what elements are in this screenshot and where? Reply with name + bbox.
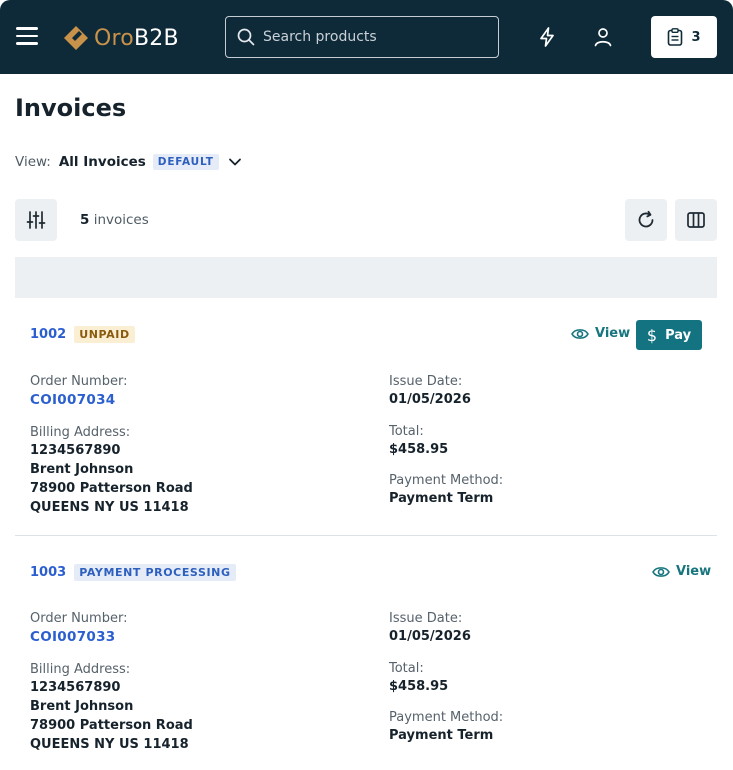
order-number-link[interactable]: COI007034 xyxy=(30,392,115,408)
status-badge: PAYMENT PROCESSING xyxy=(74,564,236,581)
search-input[interactable] xyxy=(263,29,483,45)
logo-text: OroB2B xyxy=(94,25,179,51)
billing-address-line: QUEENS NY US 11418 xyxy=(30,737,189,752)
billing-address-line: 1234567890 xyxy=(30,443,121,458)
total-label: Total: xyxy=(389,661,424,676)
payment-method-value: Payment Term xyxy=(389,728,494,743)
grid-header-bar xyxy=(15,257,717,298)
view-selector[interactable]: View: All Invoices DEFAULT xyxy=(15,154,242,170)
issue-date-value: 01/05/2026 xyxy=(389,392,471,407)
billing-address-line: QUEENS NY US 11418 xyxy=(30,500,189,515)
view-invoice-link[interactable]: View xyxy=(652,564,711,579)
search-icon xyxy=(237,28,255,46)
clipboard-icon xyxy=(668,28,683,46)
refresh-icon xyxy=(638,210,654,228)
billing-address-line: 78900 Patterson Road xyxy=(30,718,193,733)
shopping-list-button[interactable]: 3 xyxy=(651,16,717,58)
shopping-list-count: 3 xyxy=(691,29,701,45)
filter-sliders-icon xyxy=(26,211,46,229)
user-account-icon[interactable] xyxy=(592,26,614,48)
billing-address-label: Billing Address: xyxy=(30,425,131,440)
payment-method-value: Payment Term xyxy=(389,491,494,506)
refresh-button[interactable] xyxy=(625,199,667,241)
issue-date-label: Issue Date: xyxy=(389,611,463,626)
billing-address-line: 1234567890 xyxy=(30,680,121,695)
total-label: Total: xyxy=(389,424,424,439)
invoice-count: 5 invoices xyxy=(80,212,149,228)
invoice-heading: 1002 UNPAID xyxy=(30,326,135,343)
billing-address-line: Brent Johnson xyxy=(30,699,134,714)
pay-button[interactable]: $ Pay xyxy=(636,320,702,350)
invoice-number-link[interactable]: 1003 xyxy=(30,565,66,580)
page-title: Invoices xyxy=(15,94,127,122)
issue-date-value: 01/05/2026 xyxy=(389,629,471,644)
billing-address-line: 78900 Patterson Road xyxy=(30,481,193,496)
billing-address-label: Billing Address: xyxy=(30,662,131,677)
invoice-heading: 1003 PAYMENT PROCESSING xyxy=(30,564,236,581)
dollar-icon: $ xyxy=(646,325,658,345)
order-number-label: Order Number: xyxy=(30,611,128,626)
default-badge: DEFAULT xyxy=(152,154,219,170)
total-value: $458.95 xyxy=(389,442,449,457)
card-divider xyxy=(15,535,717,536)
menu-icon[interactable] xyxy=(16,27,38,47)
status-badge: UNPAID xyxy=(74,326,135,343)
chevron-down-icon[interactable] xyxy=(228,157,242,167)
view-name: All Invoices xyxy=(58,154,146,170)
total-value: $458.95 xyxy=(389,679,449,694)
logo[interactable]: OroB2B xyxy=(63,24,179,52)
view-invoice-link[interactable]: View xyxy=(571,326,630,341)
columns-icon xyxy=(687,212,705,228)
quick-order-lightning-icon[interactable] xyxy=(536,26,558,48)
payment-method-label: Payment Method: xyxy=(389,710,504,725)
eye-icon xyxy=(652,566,670,577)
order-number-link[interactable]: COI007033 xyxy=(30,629,115,645)
invoice-number-link[interactable]: 1002 xyxy=(30,327,66,342)
billing-address-line: Brent Johnson xyxy=(30,462,134,477)
payment-method-label: Payment Method: xyxy=(389,473,504,488)
filter-toggle-button[interactable] xyxy=(15,199,57,241)
logo-mark-icon xyxy=(64,26,88,50)
columns-manager-button[interactable] xyxy=(675,199,717,241)
search-box xyxy=(225,16,499,58)
view-label: View: xyxy=(15,154,51,170)
order-number-label: Order Number: xyxy=(30,374,128,389)
issue-date-label: Issue Date: xyxy=(389,374,463,389)
top-header: OroB2B 3 xyxy=(0,0,733,74)
eye-icon xyxy=(571,328,589,339)
